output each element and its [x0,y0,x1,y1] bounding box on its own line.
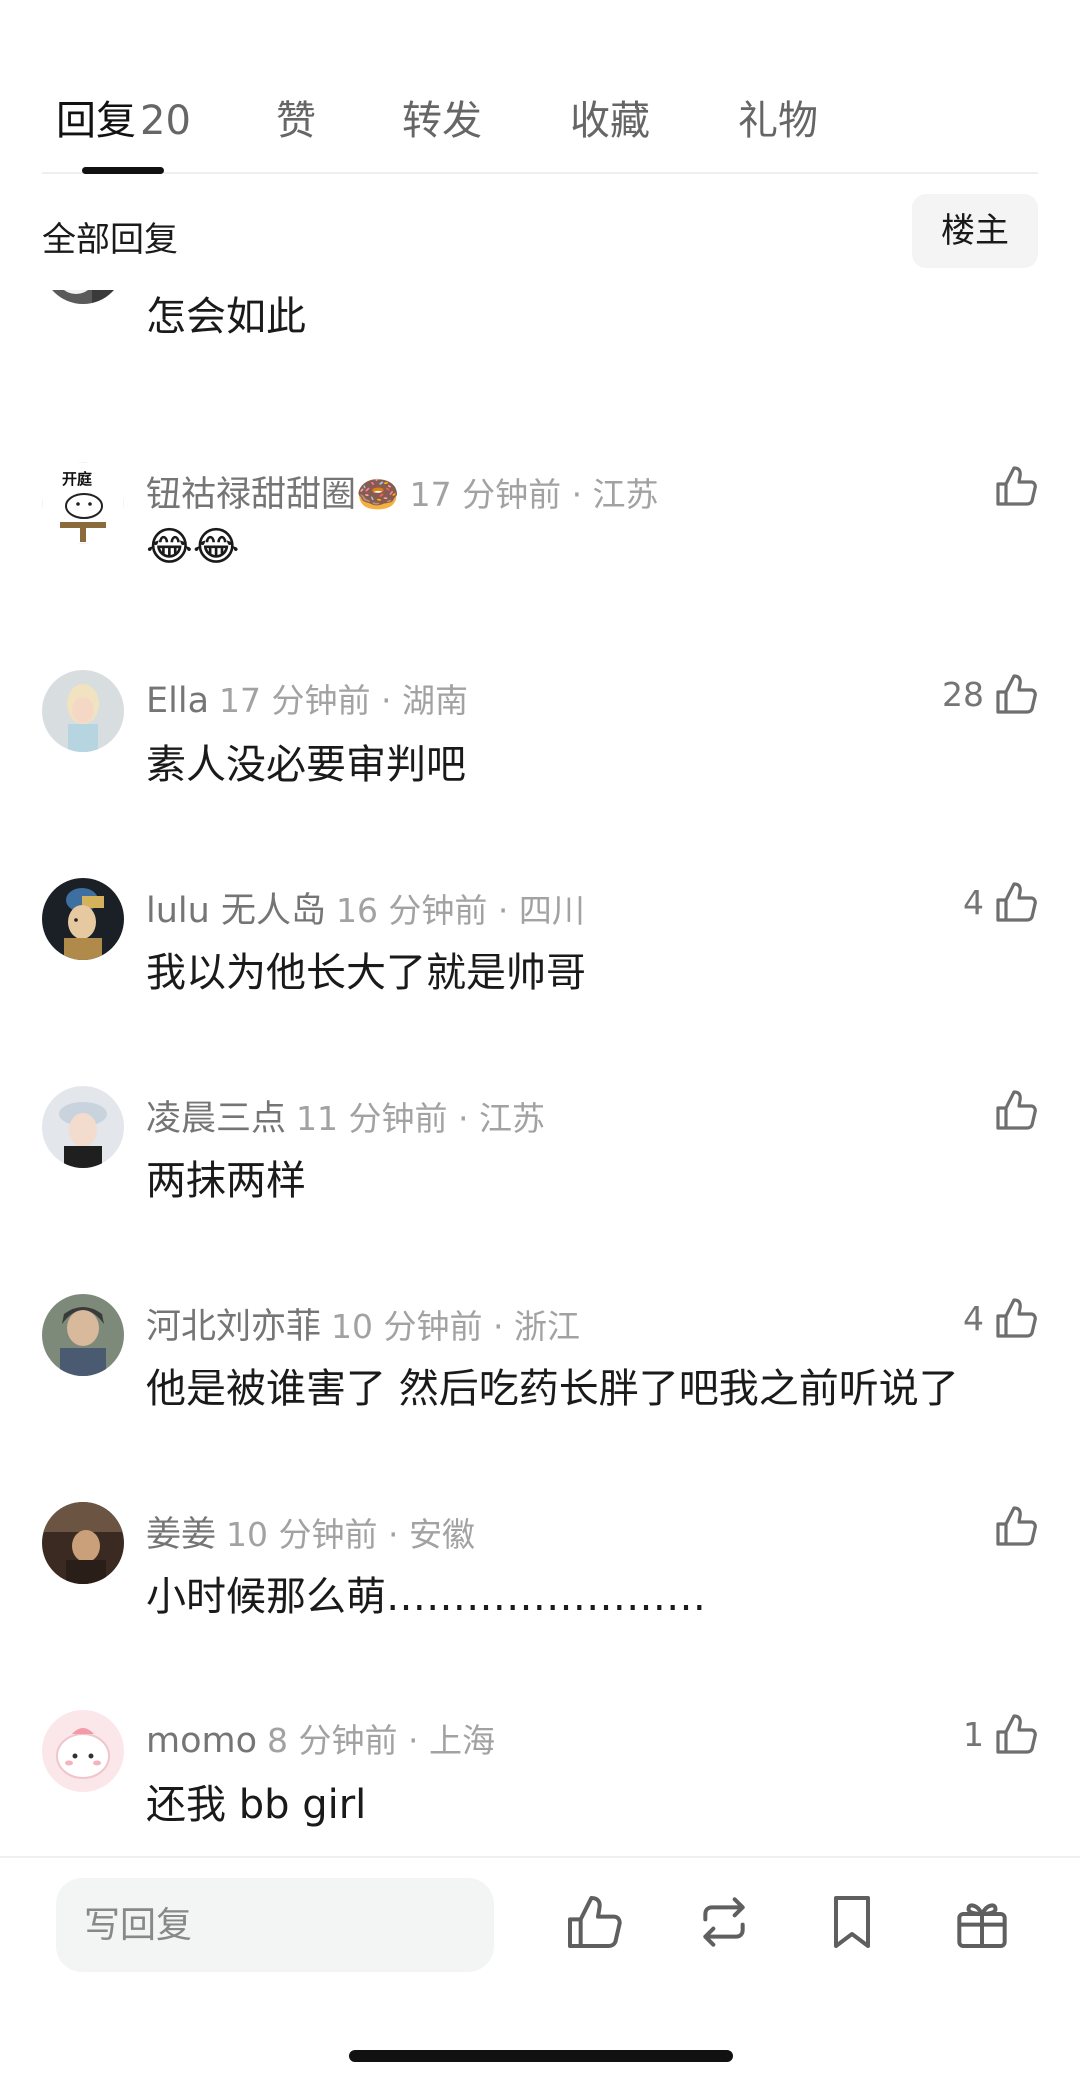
thumbs-up-icon [996,1298,1037,1338]
comment-time-location: 8 分钟前 · 上海 [267,1721,495,1760]
user-name[interactable]: 河北刘亦菲 [146,1307,321,1347]
thumbs-up-icon[interactable] [562,1890,626,1954]
comment-meta: 姜姜 10 分钟前 · 安徽 [146,1506,475,1557]
reply-input[interactable] [56,1878,494,1972]
comment-time-location: 10 分钟前 · 浙江 [331,1307,580,1346]
comment-item[interactable]: 河北刘亦菲 10 分钟前 · 浙江 他是被谁害了 然后吃药长胖了吧我之前听说了 4 [0,1294,1080,1494]
thumbs-up-icon [996,1090,1037,1130]
comment-item[interactable]: 开庭 钮祜禄甜甜圈🍩 17 分钟前 · 江苏 😂😂 [0,462,1080,662]
comment-text: 怎会如此 [146,294,306,340]
owner-only-button[interactable]: 楼主 [912,194,1038,268]
comment-time-location: 17 分钟前 · 湖南 [219,681,468,720]
comment-meta: lulu 无人岛 16 分钟前 · 四川 [146,882,585,933]
thumbs-up-icon [996,1506,1037,1546]
home-indicator [349,2050,733,2062]
user-name[interactable]: 凌晨三点 [146,1099,286,1139]
user-name[interactable]: momo [146,1721,257,1761]
avatar[interactable] [42,290,124,304]
user-name[interactable]: lulu 无人岛 [146,891,326,931]
like-count: 28 [942,674,984,714]
comment-item[interactable]: 怎会如此 [0,290,1080,422]
comment-item[interactable]: 凌晨三点 11 分钟前 · 江苏 两抹两样 [0,1086,1080,1286]
all-replies-label[interactable]: 全部回复 [42,212,178,261]
comment-item[interactable]: Ella 17 分钟前 · 湖南 素人没必要审判吧 28 [0,670,1080,870]
like-button[interactable]: 1 [963,1706,1040,1762]
like-button[interactable] [984,1498,1040,1554]
user-name[interactable]: 姜姜 [146,1515,216,1555]
comment-text: 😂😂 [146,524,240,570]
gift-icon[interactable] [950,1890,1014,1954]
thumbs-up-icon [996,674,1037,714]
avatar[interactable] [42,670,124,752]
comment-time-location: 16 分钟前 · 四川 [335,891,585,930]
avatar[interactable]: 开庭 [42,462,124,544]
comment-text: 两抹两样 [146,1158,306,1204]
thumbs-up-icon [996,882,1037,922]
tab-reposts[interactable]: 转发 [402,88,482,146]
avatar[interactable] [42,1710,124,1792]
tab-favorites[interactable]: 收藏 [570,88,650,146]
thumbs-up-icon [996,1714,1037,1754]
filter-row: 全部回复 楼主 [0,172,1080,290]
bookmark-icon[interactable] [820,1890,884,1954]
comment-meta: 河北刘亦菲 10 分钟前 · 浙江 [146,1298,580,1349]
tab-replies-label: 回复 [56,98,136,144]
comment-list: 怎会如此 开庭 钮祜禄甜甜圈🍩 17 分钟前 · 江苏 😂😂 Ella 17 分… [0,290,1080,1856]
comment-item[interactable]: momo 8 分钟前 · 上海 还我 bb girl 1 [0,1710,1080,1856]
avatar[interactable] [42,878,124,960]
comment-text: 他是被谁害了 然后吃药长胖了吧我之前听说了 [146,1366,959,1412]
tab-replies[interactable]: 回复 20 [56,88,191,146]
tab-gifts[interactable]: 礼物 [738,88,818,146]
like-button[interactable] [984,1082,1040,1138]
comment-text: 我以为他长大了就是帅哥 [146,950,586,996]
comment-item[interactable]: lulu 无人岛 16 分钟前 · 四川 我以为他长大了就是帅哥 4 [0,878,1080,1078]
like-button[interactable]: 4 [963,1290,1040,1346]
user-name[interactable]: Ella [146,681,209,721]
bottom-action-bar [0,1856,1080,2088]
avatar[interactable] [42,1502,124,1584]
comment-time-location: 17 分钟前 · 江苏 [409,475,659,514]
comment-meta: 钮祜禄甜甜圈🍩 17 分钟前 · 江苏 [146,466,659,517]
repost-icon[interactable] [692,1890,756,1954]
like-count: 4 [963,1298,984,1338]
comment-item[interactable]: 姜姜 10 分钟前 · 安徽 小时候那么萌…………………… [0,1502,1080,1702]
tab-likes[interactable]: 赞 [276,88,316,146]
tab-replies-count: 20 [140,98,191,144]
avatar[interactable] [42,1294,124,1376]
like-button[interactable] [984,458,1040,514]
comment-text: 小时候那么萌…………………… [146,1574,706,1620]
tab-bar: 回复 20 赞 转发 收藏 礼物 [42,60,1038,174]
like-button[interactable]: 4 [963,874,1040,930]
comment-time-location: 10 分钟前 · 安徽 [226,1515,475,1554]
like-button[interactable]: 28 [942,666,1040,722]
avatar[interactable] [42,1086,124,1168]
comment-time-location: 11 分钟前 · 江苏 [296,1099,545,1138]
user-name[interactable]: 钮祜禄甜甜圈🍩 [146,475,400,515]
comment-meta: momo 8 分钟前 · 上海 [146,1714,495,1762]
comment-text: 还我 bb girl [146,1782,367,1828]
thumbs-up-icon [996,466,1037,506]
like-count: 1 [963,1714,984,1754]
comment-meta: 凌晨三点 11 分钟前 · 江苏 [146,1090,545,1141]
comment-text: 素人没必要审判吧 [146,742,466,788]
avatar-caption: 开庭 [62,470,93,488]
like-count: 4 [963,882,984,922]
comment-meta: Ella 17 分钟前 · 湖南 [146,674,468,722]
